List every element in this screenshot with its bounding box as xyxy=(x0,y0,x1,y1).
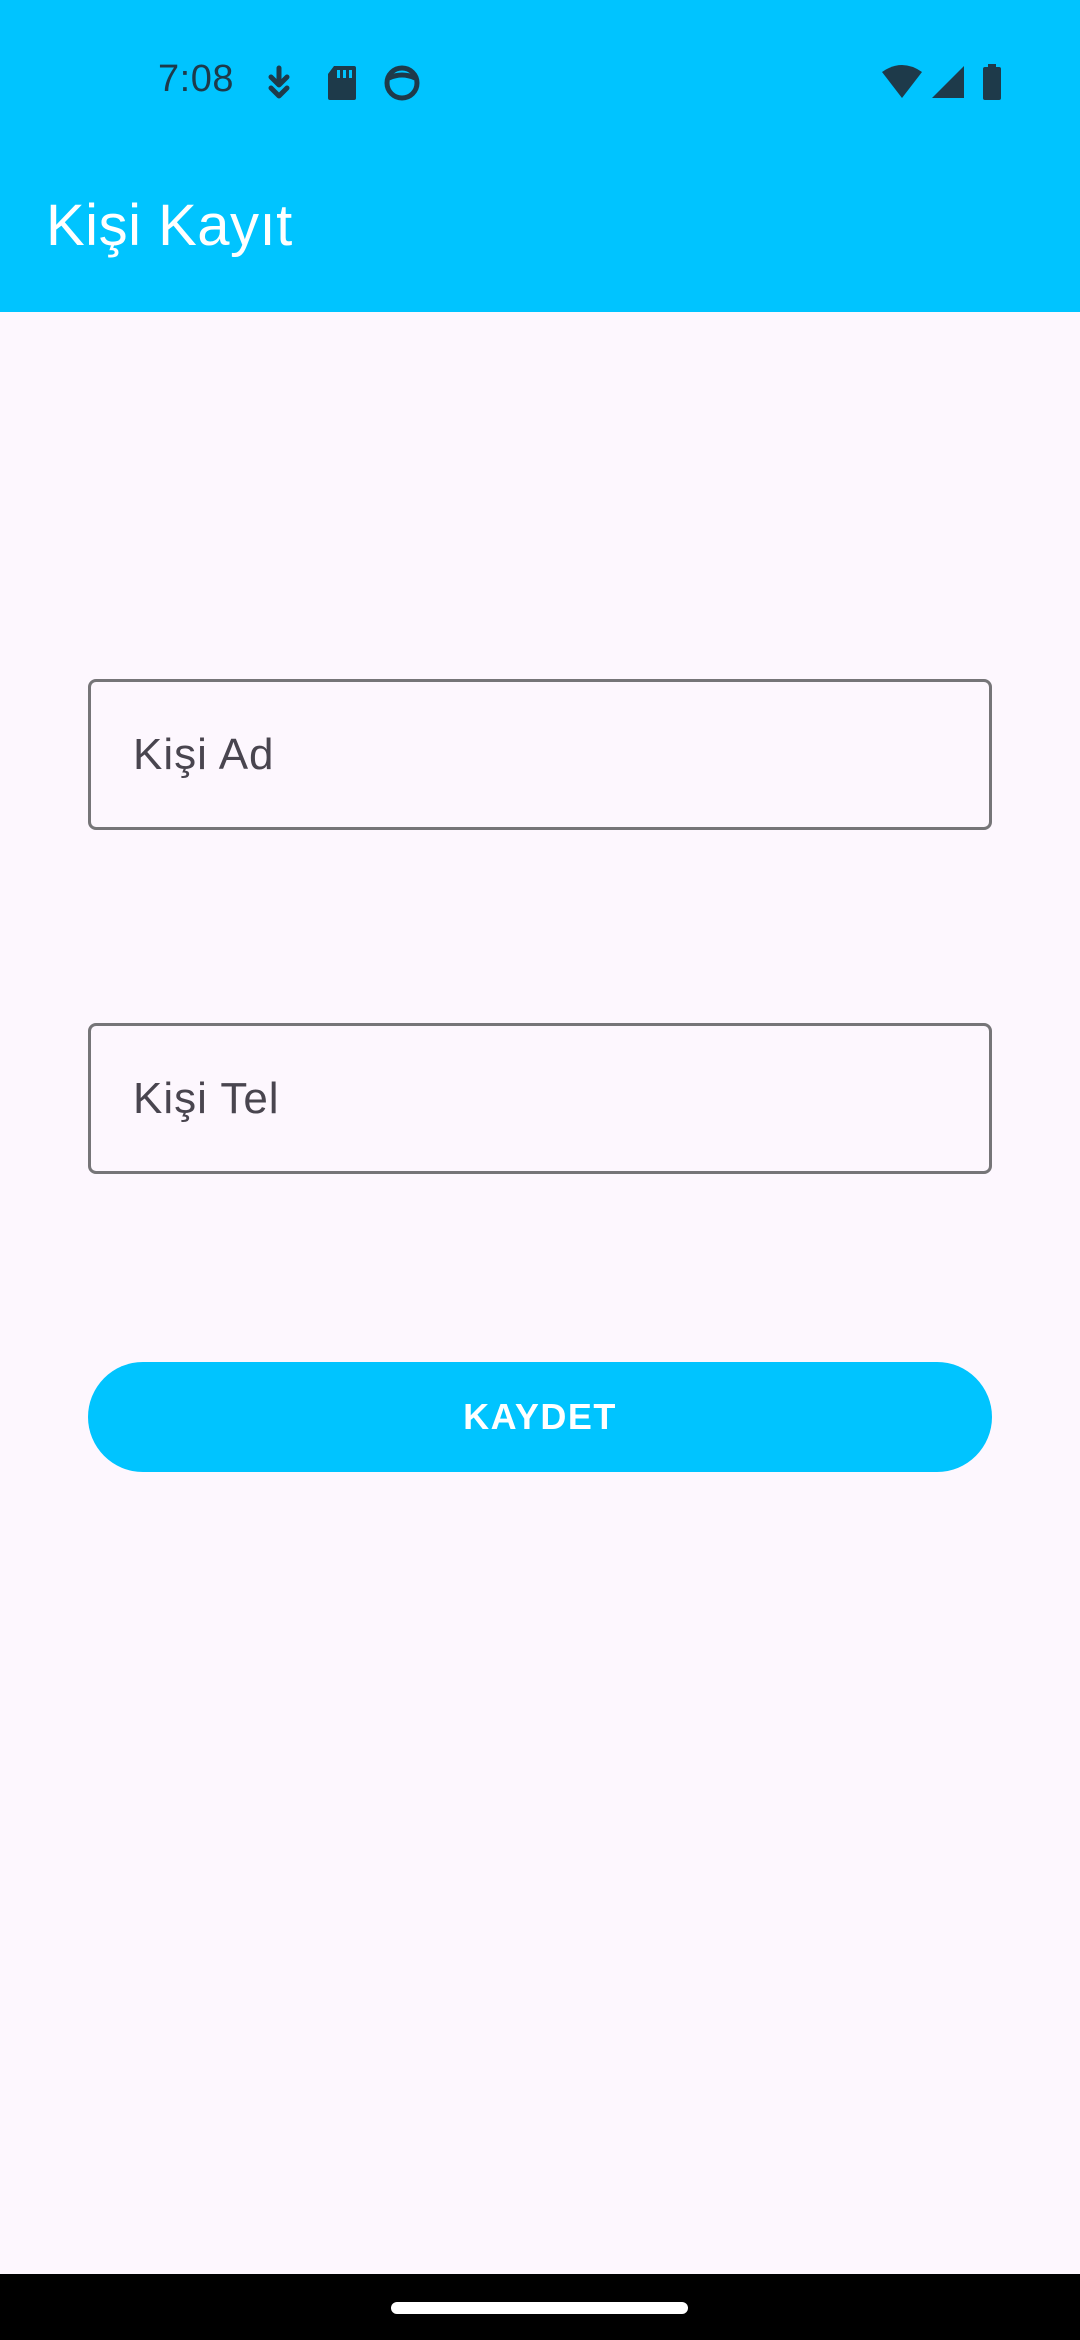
sd-card-icon xyxy=(322,62,362,102)
face-icon xyxy=(382,62,422,102)
status-time: 7:08 xyxy=(158,58,234,100)
app-bar: 7:08 Kişi Kayıt xyxy=(0,0,1080,312)
battery-icon xyxy=(980,62,1004,102)
wifi-icon xyxy=(880,62,924,102)
phone-field[interactable] xyxy=(88,1023,992,1174)
home-gesture-handle[interactable] xyxy=(391,2302,688,2314)
name-field[interactable] xyxy=(88,679,992,830)
save-button[interactable]: KAYDET xyxy=(88,1362,992,1472)
signal-icon xyxy=(928,62,968,102)
page-title: Kişi Kayıt xyxy=(46,193,293,258)
download-icon xyxy=(259,62,299,102)
